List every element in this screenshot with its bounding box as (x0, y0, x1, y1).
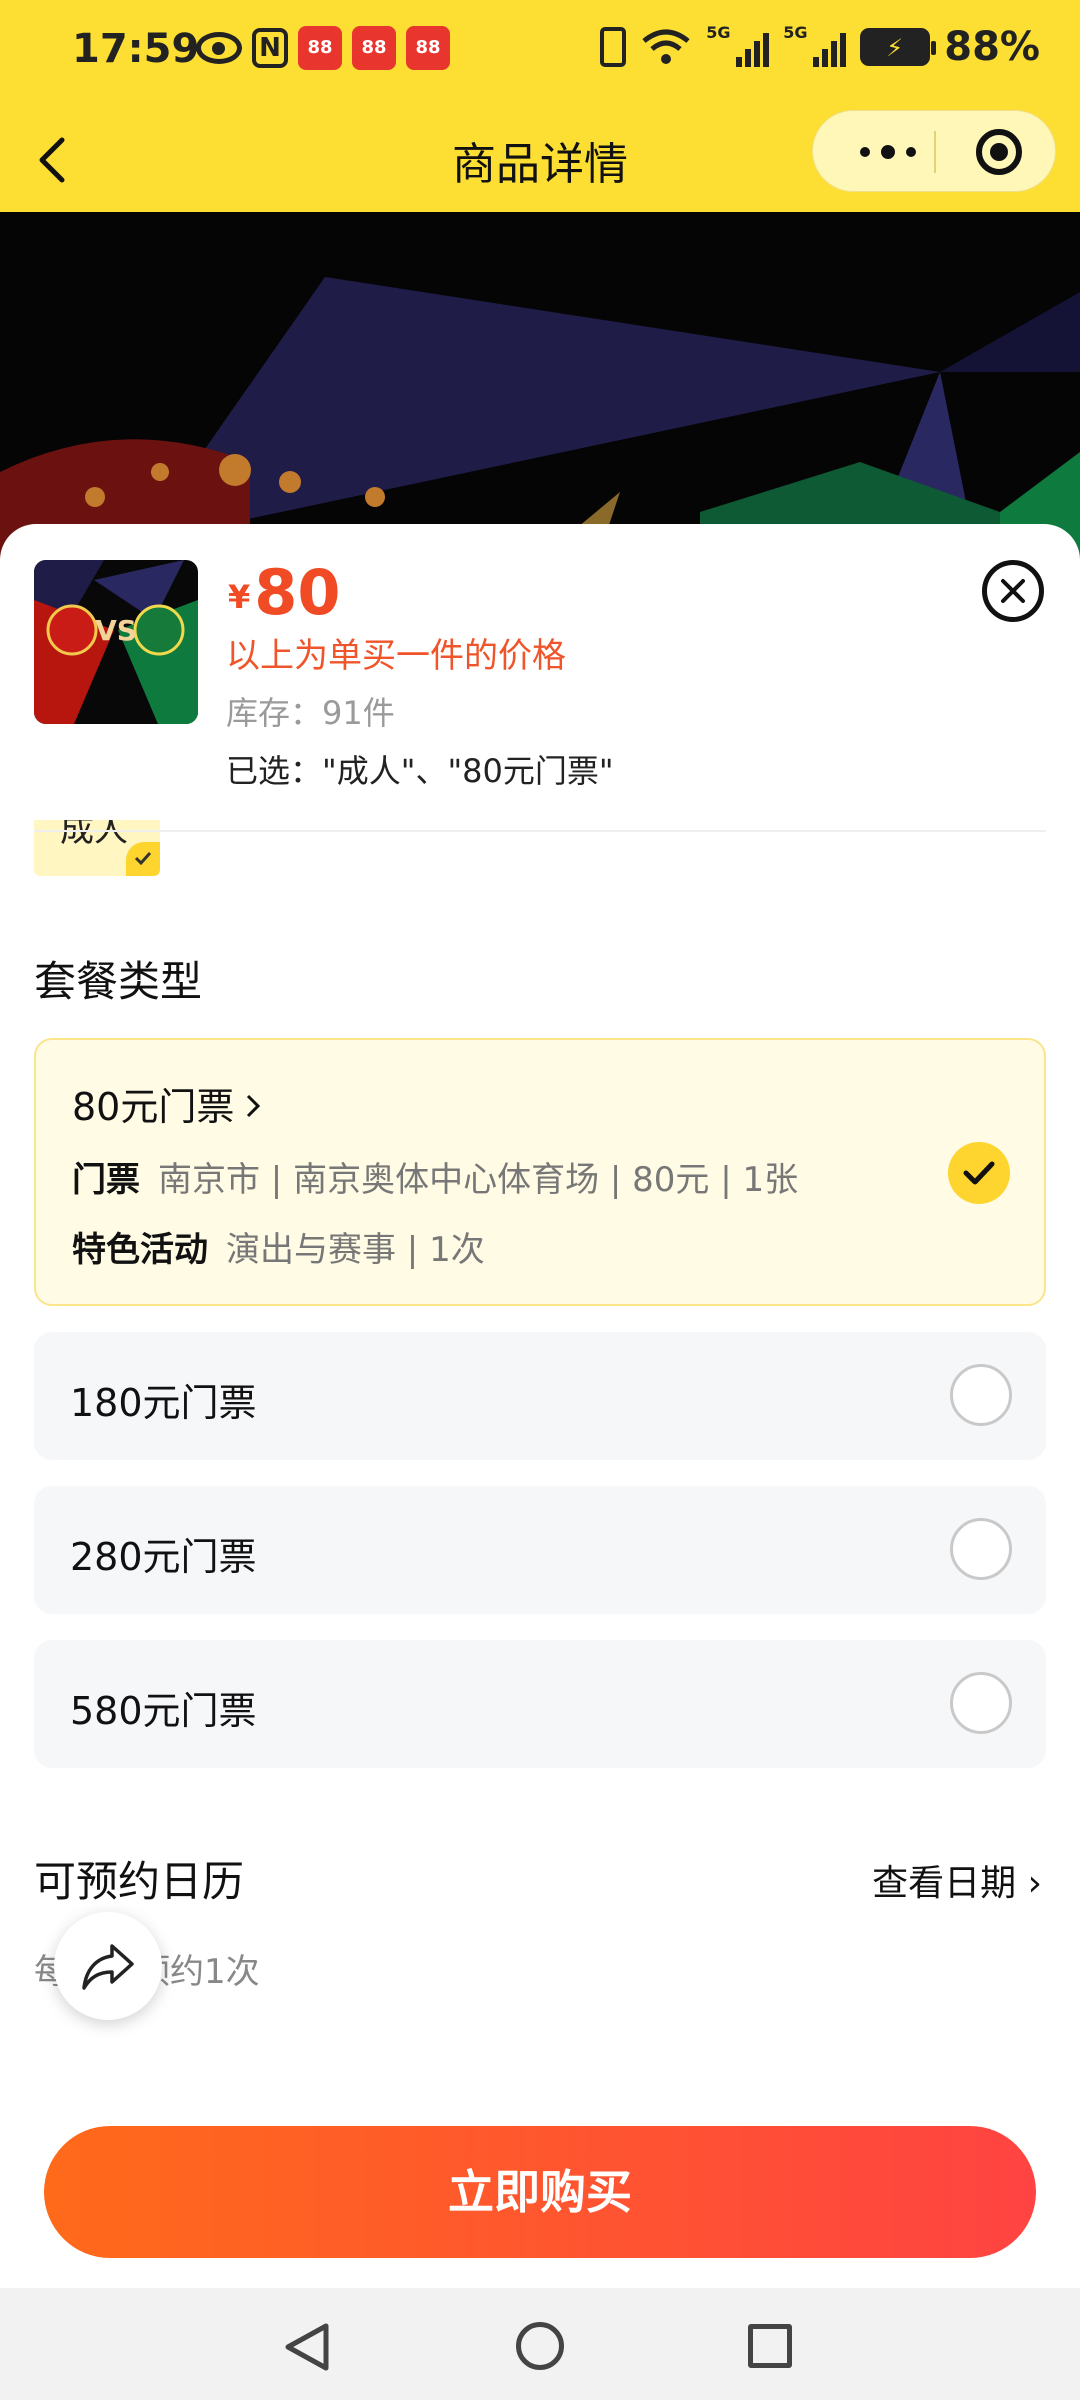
close-sheet-icon[interactable] (982, 560, 1044, 622)
radio-unselected[interactable] (950, 1518, 1012, 1580)
divider (34, 830, 1046, 832)
package-option-name: 580元门票 (70, 1689, 257, 1733)
app-notification-icon: 88 (406, 26, 450, 70)
system-nav-bar (0, 2288, 1080, 2400)
nav-home-icon[interactable] (516, 2322, 564, 2370)
buy-now-button[interactable]: 立即购买 (44, 2126, 1036, 2258)
price-currency: ¥ (228, 578, 251, 616)
more-icon[interactable] (853, 137, 923, 167)
eye-icon (196, 32, 242, 64)
package-detail-activity: 特色活动 演出与赛事 | 1次 (72, 1230, 485, 1270)
package-option-280[interactable]: 280元门票 (34, 1486, 1046, 1614)
price: ¥80 (228, 556, 341, 629)
person-type-chip-adult[interactable]: 成人 (34, 820, 160, 876)
signal-icon: 5G (783, 23, 847, 67)
package-option-80[interactable]: 80元门票 门票 南京市 | 南京奥体中心体育场 | 80元 | 1张 特色活动演… (34, 1038, 1046, 1306)
price-note: 以上为单买一件的价格 (226, 636, 566, 676)
radio-unselected[interactable] (950, 1364, 1012, 1426)
chevron-right-icon (244, 1085, 262, 1129)
sku-selection-sheet: VS ¥80 以上为单买一件的价格 库存：91件 已选："成人"、"80元门票"… (0, 524, 1080, 2288)
nav-recent-apps-icon[interactable] (748, 2324, 792, 2368)
status-left-icons: N 88 88 88 (196, 26, 450, 70)
nav-back-icon[interactable] (280, 2320, 334, 2374)
battery-icon: ⚡ (860, 28, 937, 66)
view-dates-link[interactable]: 查看日期 › (872, 1854, 1042, 1906)
share-button[interactable] (54, 1912, 162, 2020)
stock-text: 库存：91件 (226, 694, 395, 732)
vibrate-icon (600, 27, 627, 67)
thumbnail-vs-text: VS (95, 614, 137, 647)
chip-label: 成人 (60, 820, 128, 850)
status-time: 17:59 (72, 26, 200, 72)
selected-check-icon[interactable] (948, 1142, 1010, 1204)
check-icon (126, 842, 160, 876)
product-thumbnail: VS (34, 560, 198, 724)
product-banner (0, 212, 1080, 572)
signal-icon: 5G (706, 23, 770, 67)
close-mini-program-icon[interactable] (976, 129, 1022, 175)
package-detail-ticket: 门票 南京市 | 南京奥体中心体育场 | 80元 | 1张 (72, 1160, 799, 1200)
package-option-name: 280元门票 (70, 1535, 257, 1579)
status-right-icons: 5G 5G ⚡ 88% (600, 23, 1040, 70)
title-bar: 商品详情 (0, 110, 1080, 212)
package-option-name: 80元门票 (72, 1076, 262, 1131)
app-notification-icon: 88 (298, 26, 342, 70)
mini-program-capsule (812, 110, 1056, 192)
radio-unselected[interactable] (950, 1672, 1012, 1734)
package-section-title: 套餐类型 (34, 957, 203, 1006)
battery-percent: 88% (944, 24, 1040, 70)
package-option-580[interactable]: 580元门票 (34, 1640, 1046, 1768)
app-notification-icon: 88 (352, 26, 396, 70)
package-option-180[interactable]: 180元门票 (34, 1332, 1046, 1460)
package-option-name: 180元门票 (70, 1381, 257, 1425)
calendar-title: 可预约日历 (34, 1857, 245, 1906)
wifi-icon (640, 27, 692, 67)
share-icon (82, 1944, 134, 1990)
status-bar: 17:59 N 88 88 88 5G 5G ⚡ 88% (0, 0, 1080, 110)
price-value: 80 (254, 556, 341, 629)
nfc-icon: N (252, 28, 288, 68)
selected-summary: 已选："成人"、"80元门票" (226, 752, 614, 790)
capsule-divider (934, 131, 936, 173)
